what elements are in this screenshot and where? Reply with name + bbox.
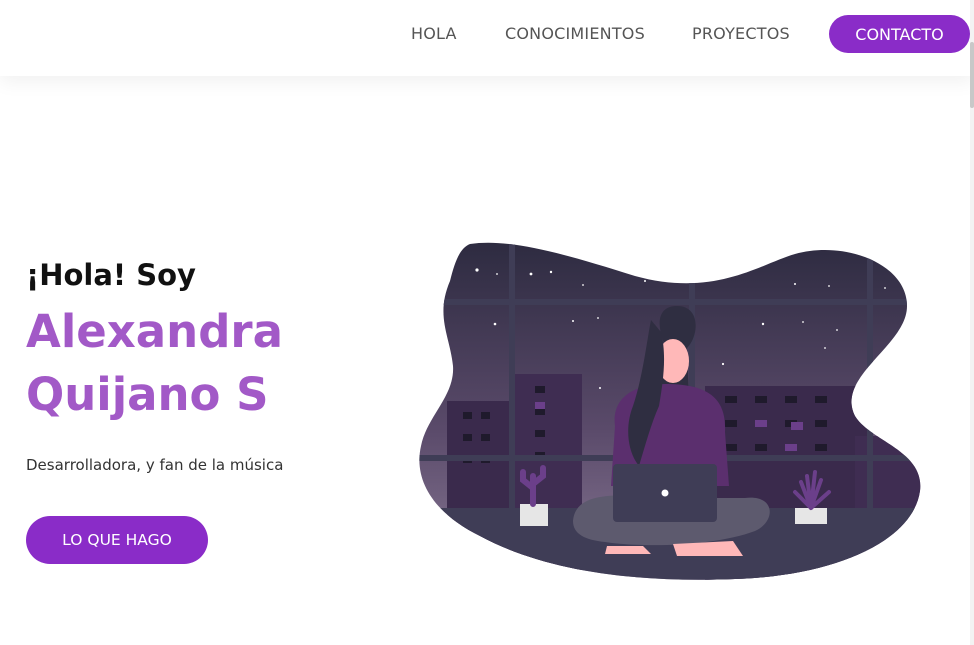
nav-link-proyectos[interactable]: PROYECTOS	[692, 24, 790, 43]
contact-button[interactable]: CONTACTO	[829, 15, 970, 53]
nav-link-hola[interactable]: HOLA	[411, 24, 457, 43]
hero-name: Alexandra Quijano S	[26, 300, 386, 426]
hero-tagline: Desarrolladora, y fan de la música	[26, 456, 284, 474]
hero-name-line2: Quijano S	[26, 368, 269, 421]
nav-link-conocimientos[interactable]: CONOCIMIENTOS	[505, 24, 645, 43]
hero-name-line1: Alexandra	[26, 305, 283, 358]
woman-with-laptop-illustration	[419, 242, 921, 580]
top-navbar: HOLA CONOCIMIENTOS PROYECTOS CONTACTO	[0, 0, 974, 76]
page-scrollbar[interactable]	[970, 0, 974, 645]
scrollbar-thumb[interactable]	[970, 42, 974, 108]
what-i-do-button[interactable]: LO QUE HAGO	[26, 516, 208, 564]
hero-greeting: ¡Hola! Soy	[26, 258, 196, 292]
